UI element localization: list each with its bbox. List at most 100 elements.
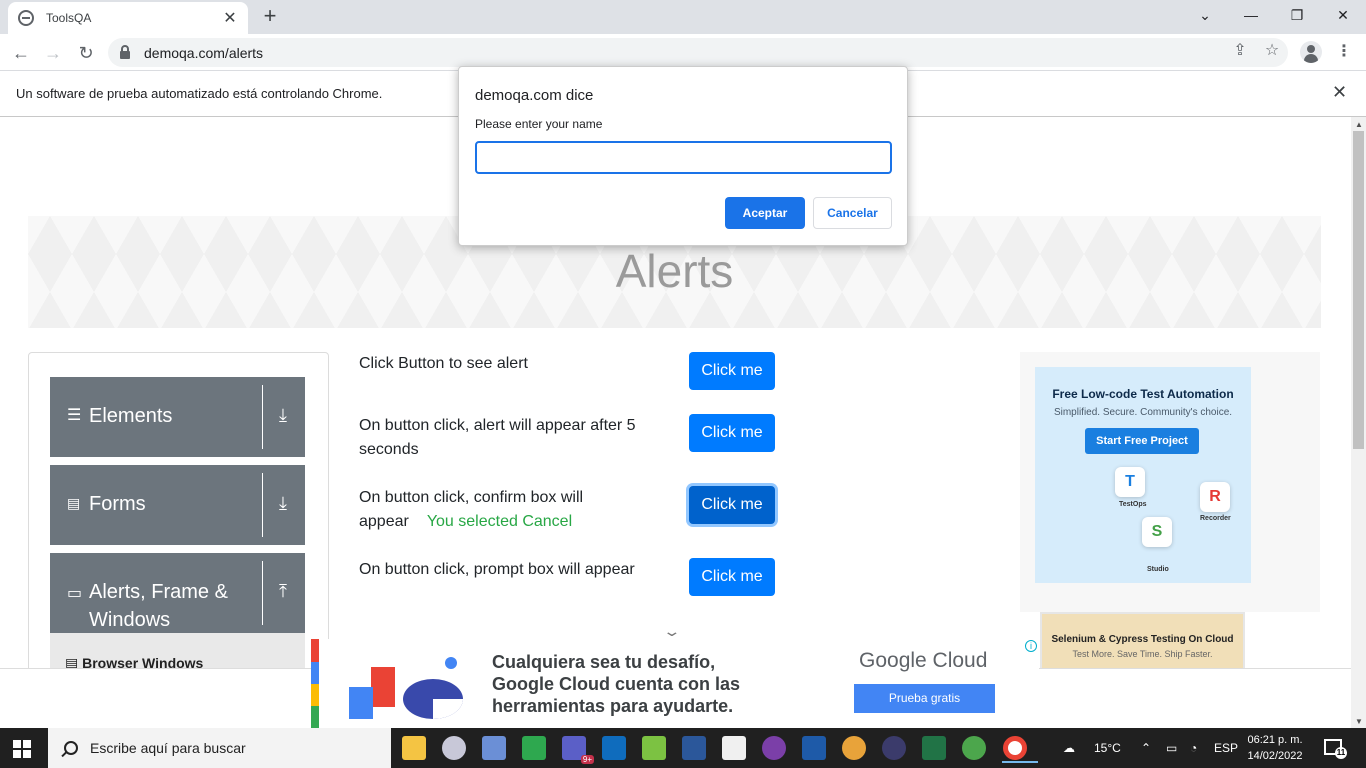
close-window-button[interactable]: ✕ <box>1320 0 1366 30</box>
chrome-menu-icon[interactable]: ⋮ <box>1336 41 1352 63</box>
notification-center-icon[interactable]: 11 <box>1324 739 1347 759</box>
lock-icon[interactable] <box>120 44 130 59</box>
ad-lowcode-automation[interactable]: Free Low-code Test Automation Simplified… <box>1020 352 1320 612</box>
timer-alert-button[interactable]: Click me <box>689 414 775 452</box>
scrollbar-thumb[interactable] <box>1353 131 1364 449</box>
wifi-icon[interactable]: ◔ <box>1190 728 1197 768</box>
page-scrollbar[interactable]: ▲ ▼ <box>1351 117 1366 728</box>
chrome-icon[interactable] <box>1002 736 1038 763</box>
scroll-up-arrow-icon[interactable]: ▲ <box>1355 120 1363 129</box>
ad-cta-button[interactable]: Start Free Project <box>1085 428 1199 454</box>
profile-avatar-icon[interactable] <box>1300 41 1322 63</box>
tab-search-chevron-icon[interactable]: ⌄ <box>1182 0 1228 30</box>
tab-close-icon[interactable]: ✕ <box>222 8 238 28</box>
eclipse-icon[interactable] <box>762 736 786 760</box>
windows-taskbar: Escribe aquí para buscar 9+ ☁ 15°C ⌃ ▭ ◔… <box>0 728 1366 768</box>
outlook-icon[interactable] <box>602 736 626 760</box>
dialog-accept-button[interactable]: Aceptar <box>725 197 805 229</box>
sidebar-group-label-line2: Windows <box>89 609 171 631</box>
language-indicator[interactable]: ESP <box>1214 728 1238 768</box>
forward-arrow-icon[interactable]: → <box>40 40 66 66</box>
weather-cloud-icon[interactable]: ☁ <box>1063 728 1075 768</box>
ad-title: Selenium & Cypress Testing On Cloud <box>1051 634 1234 645</box>
tray-chevron-up-icon[interactable]: ⌃ <box>1141 728 1151 768</box>
recorder-icon: R <box>1200 482 1230 512</box>
search-placeholder: Escribe aquí para buscar <box>90 740 246 756</box>
sidebar-item-browser-windows[interactable]: ▤ Browser Windows <box>50 633 305 668</box>
dialog-name-input[interactable] <box>475 141 892 174</box>
studio-icon: S <box>1142 517 1172 547</box>
upload-arrow-icon[interactable]: ⤒ <box>279 581 287 602</box>
sidebar-group-label-line1: Alerts, Frame & <box>89 581 228 603</box>
hamburger-icon: ☰ <box>67 407 82 424</box>
ad-info-icon[interactable]: i <box>1025 640 1037 652</box>
excel-icon[interactable] <box>922 736 946 760</box>
alert-button[interactable]: Click me <box>689 352 775 390</box>
google-cloud-logo: Google Cloud <box>859 649 988 672</box>
word-icon[interactable] <box>682 736 706 760</box>
address-bar[interactable]: demoqa.com/alerts <box>108 38 1288 67</box>
reload-icon[interactable]: ↻ <box>73 40 99 66</box>
sidebar-group-elements[interactable]: ☰ Elements ⤓ <box>50 377 305 457</box>
minimize-button[interactable]: — <box>1228 0 1274 30</box>
chrome-canary-icon[interactable] <box>842 736 866 760</box>
scroll-down-arrow-icon[interactable]: ▼ <box>1355 717 1363 726</box>
ad-selenium-cypress[interactable]: Selenium & Cypress Testing On Cloud Test… <box>1040 612 1245 668</box>
sidebar-menu: ☰ Elements ⤓ ▤ Forms ⤓ ▭ Alerts, Frame &… <box>28 352 329 668</box>
prompt-dialog: demoqa.com dice Please enter your name A… <box>458 66 908 246</box>
google-cloud-ad[interactable]: Cualquiera sea tu desafío, Google Cloud … <box>311 639 1039 729</box>
download-arrow-icon[interactable]: ⤓ <box>279 493 287 514</box>
sticky-notes-icon[interactable] <box>642 736 666 760</box>
ad-cta-button[interactable]: Prueba gratis <box>854 684 995 713</box>
row-timer-alert-line2: seconds <box>359 441 419 458</box>
row-confirm-line2: appear <box>359 513 409 530</box>
file-explorer-icon[interactable] <box>402 736 426 760</box>
new-tab-button[interactable]: + <box>258 5 282 29</box>
download-arrow-icon[interactable]: ⤓ <box>279 405 287 426</box>
chevron-down-icon: ⌄ <box>662 623 682 639</box>
eclipse-ide-icon[interactable] <box>882 736 906 760</box>
row-confirm-line1: On button click, confirm box will <box>359 489 584 506</box>
battery-icon[interactable]: ▭ <box>1166 728 1177 768</box>
paint-icon[interactable] <box>442 736 466 760</box>
network-icon[interactable] <box>482 736 506 760</box>
dialog-message: Please enter your name <box>475 117 603 131</box>
share-icon[interactable]: ⇪ <box>1229 40 1251 62</box>
ad-title: Free Low-code Test Automation <box>1052 387 1234 401</box>
tab-toolsqa[interactable]: ToolsQA ✕ <box>8 2 248 34</box>
divider <box>262 473 263 537</box>
taskbar-clock[interactable]: 06:21 p. m. 14/02/2022 <box>1242 732 1308 764</box>
app-icon[interactable] <box>802 736 826 760</box>
ad-image[interactable]: Free Low-code Test Automation Simplified… <box>1035 367 1251 583</box>
restore-button[interactable]: ❐ <box>1274 0 1320 30</box>
sidebar-group-label: Elements <box>89 405 173 427</box>
windows-start-icon[interactable] <box>13 740 31 758</box>
taskbar-search-box[interactable]: Escribe aquí para buscar <box>48 728 391 768</box>
sidebar-group-forms[interactable]: ▤ Forms ⤓ <box>50 465 305 545</box>
clock-time: 06:21 p. m. <box>1247 734 1303 746</box>
teams-icon[interactable]: 9+ <box>562 736 594 764</box>
globe-app-icon[interactable] <box>962 736 986 760</box>
document-icon: ▤ <box>67 495 81 511</box>
ad-color-bar <box>311 684 319 706</box>
media-icon[interactable] <box>522 736 546 760</box>
testops-icon: T <box>1115 467 1145 497</box>
notepad-icon[interactable] <box>722 736 746 760</box>
row-timer-alert-line1: On button click, alert will appear after… <box>359 417 636 434</box>
bookmark-star-icon[interactable]: ☆ <box>1261 40 1283 62</box>
back-arrow-icon[interactable]: ← <box>8 40 34 66</box>
ad-headline: Cualquiera sea tu desafío, Google Cloud … <box>492 652 741 716</box>
dialog-cancel-button[interactable]: Cancelar <box>813 197 892 229</box>
notification-count: 11 <box>1335 747 1347 759</box>
confirm-button[interactable]: Click me <box>689 486 775 524</box>
url-text: demoqa.com/alerts <box>144 44 264 61</box>
clock-date: 14/02/2022 <box>1247 750 1303 762</box>
infobar-close-icon[interactable]: ✕ <box>1332 82 1347 103</box>
ad-subtitle: Test More. Save Time. Ship Faster. <box>1072 649 1213 659</box>
weather-temperature[interactable]: 15°C <box>1094 728 1121 768</box>
ad-label-studio: Studio <box>1147 566 1169 573</box>
sidebar-group-alerts-frame-windows[interactable]: ▭ Alerts, Frame & Windows ⤒ <box>50 553 305 633</box>
tab-strip: ToolsQA ✕ + ⌄ — ❐ ✕ <box>0 0 1366 34</box>
search-icon <box>64 741 78 755</box>
prompt-button[interactable]: Click me <box>689 558 775 596</box>
